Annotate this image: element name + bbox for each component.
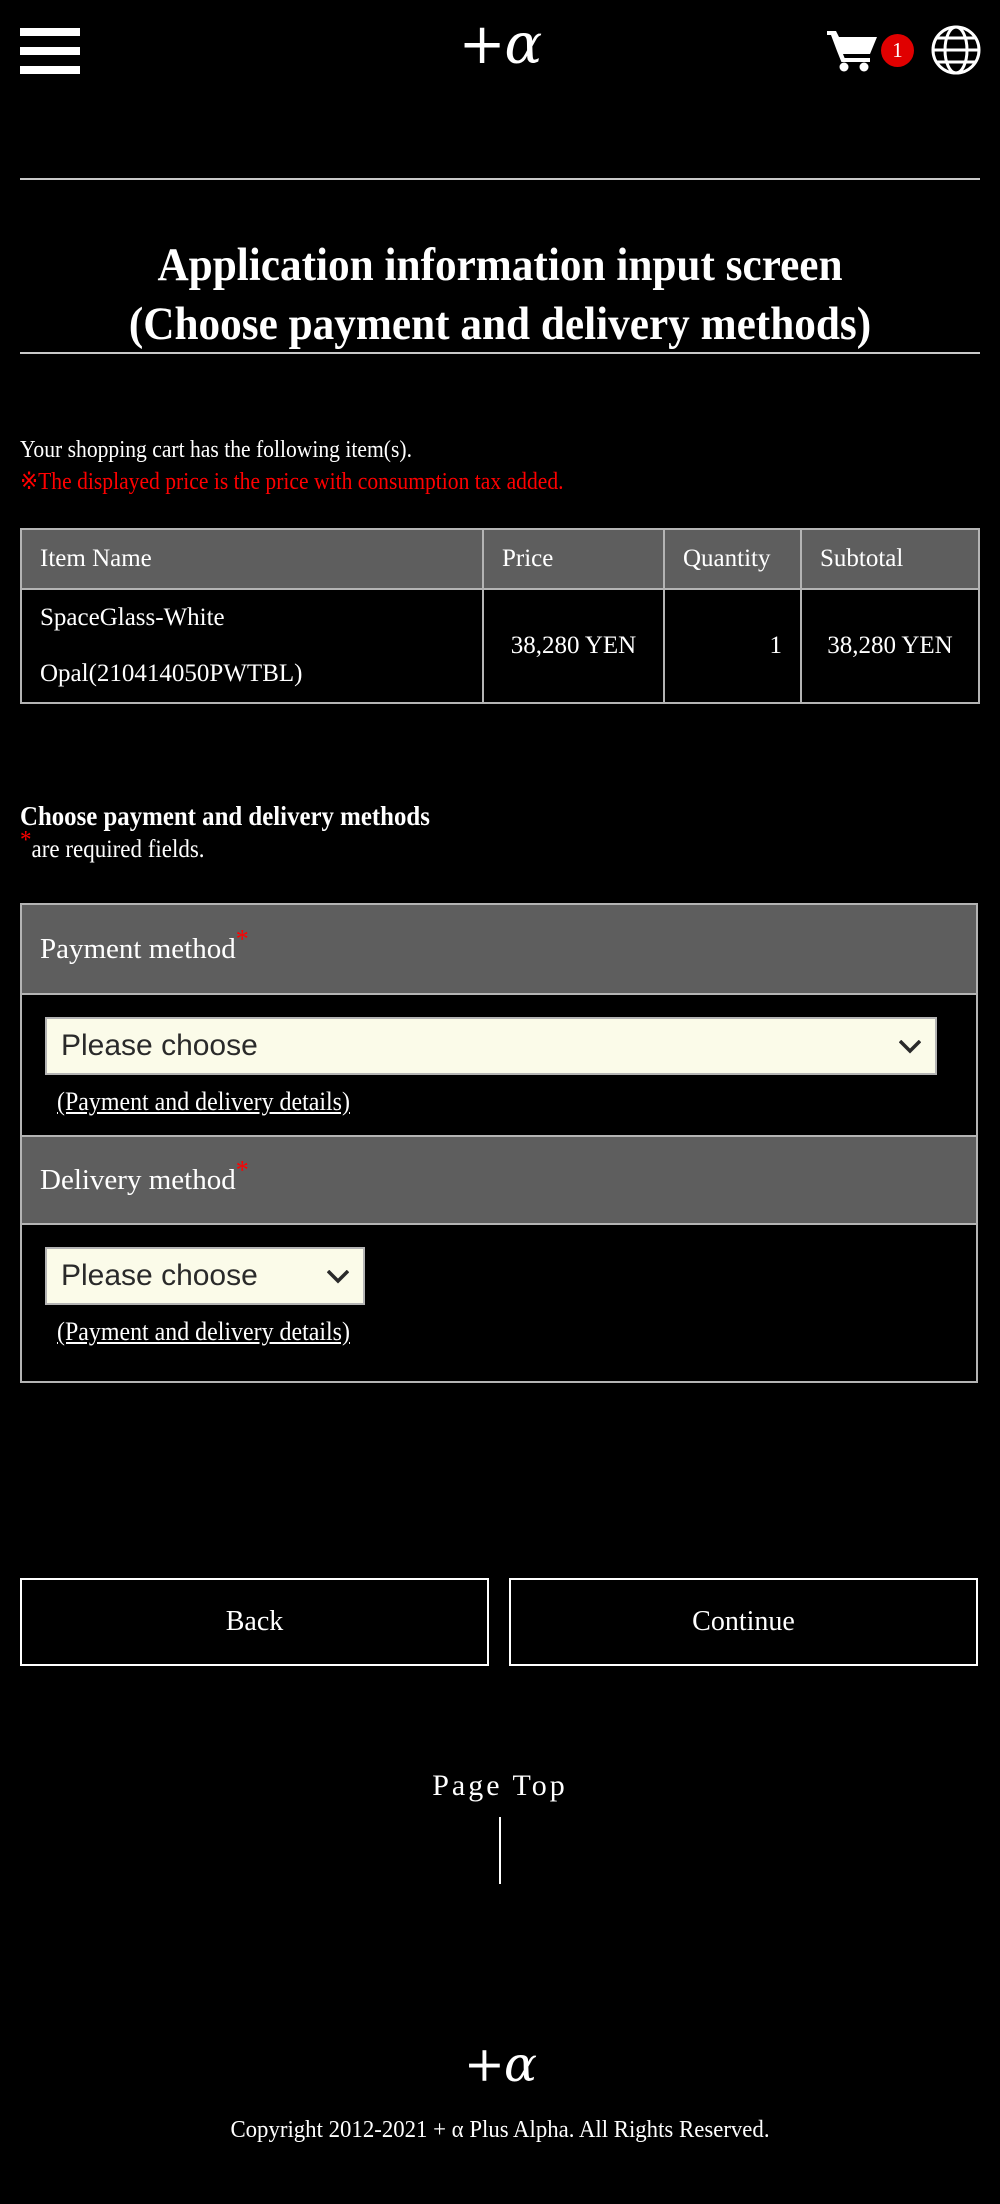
payment-method-body: Please choose (Payment and delivery deta…	[22, 995, 976, 1135]
payment-method-select-wrap: Please choose	[45, 1017, 937, 1075]
required-fields-note: *are required fields.	[20, 828, 205, 866]
cart-note: Your shopping cart has the following ite…	[20, 437, 412, 463]
column-header-item-name: Item Name	[20, 528, 484, 590]
continue-button[interactable]: Continue	[509, 1578, 978, 1666]
site-footer: +α Copyright 2012-2021 + α Plus Alpha. A…	[0, 2035, 1000, 2144]
payment-required-asterisk: *	[235, 923, 249, 953]
column-header-subtotal: Subtotal	[800, 528, 980, 590]
delivery-method-label: Delivery method*	[40, 1156, 249, 1197]
delivery-method-header: Delivery method*	[22, 1135, 976, 1225]
column-header-price: Price	[482, 528, 665, 590]
item-name-line-1: SpaceGlass-White	[40, 604, 225, 631]
delivery-method-select[interactable]: Please choose	[45, 1247, 365, 1305]
footer-logo[interactable]: +α	[0, 2035, 1000, 2095]
delivery-required-asterisk: *	[235, 1154, 249, 1184]
page-top-link[interactable]: Page Top	[0, 1769, 1000, 1884]
header-actions: 1	[827, 20, 982, 80]
cell-subtotal: 38,280 YEN	[800, 588, 980, 704]
delivery-method-label-text: Delivery method	[40, 1163, 236, 1196]
payment-method-label-text: Payment method	[40, 932, 236, 965]
logo-alpha-symbol: α	[504, 12, 543, 77]
column-header-quantity: Quantity	[663, 528, 802, 590]
page-top-label: Page Top	[432, 1769, 568, 1802]
method-selection-form: Payment method* Please choose (Payment a…	[20, 903, 978, 1383]
table-row: SpaceGlass-White Opal(210414050PWTBL) 38…	[20, 588, 980, 704]
cart-table: Item Name Price Quantity Subtotal SpaceG…	[20, 528, 980, 704]
back-button[interactable]: Back	[20, 1578, 489, 1666]
logo-plus-symbol: +	[458, 12, 506, 77]
cell-quantity: 1	[663, 588, 802, 704]
site-header: +α 1	[0, 0, 1000, 130]
delivery-method-body: Please choose (Payment and delivery deta…	[22, 1225, 976, 1381]
title-divider-top	[20, 178, 980, 180]
payment-method-label: Payment method*	[40, 925, 249, 966]
page-title: Application information input screen (Ch…	[128, 239, 872, 351]
footer-logo-plus-symbol: +	[463, 2036, 505, 2093]
form-heading: Choose payment and delivery methods	[20, 801, 430, 831]
item-name-line-2: Opal(210414050PWTBL)	[40, 660, 303, 687]
cell-price: 38,280 YEN	[482, 588, 665, 704]
globe-icon[interactable]	[930, 24, 982, 76]
title-divider-bottom	[20, 352, 980, 354]
shopping-cart-icon	[827, 28, 877, 72]
footer-logo-alpha-symbol: α	[503, 2036, 537, 2093]
delivery-method-select-wrap: Please choose	[45, 1247, 365, 1305]
table-header-row: Item Name Price Quantity Subtotal	[20, 528, 980, 590]
cart-count-badge: 1	[881, 33, 914, 67]
required-asterisk: *	[20, 826, 32, 854]
checkout-page: +α 1 Application information input scree…	[0, 0, 1000, 2204]
payment-method-header: Payment method*	[22, 905, 976, 995]
page-top-line	[499, 1817, 501, 1884]
delivery-details-link[interactable]: (Payment and delivery details)	[57, 1317, 350, 1347]
copyright-text: Copyright 2012-2021 + α Plus Alpha. All …	[230, 2117, 770, 2143]
cart-button[interactable]: 1	[827, 28, 914, 72]
cell-item-name: SpaceGlass-White Opal(210414050PWTBL)	[20, 588, 484, 704]
form-actions: Back Continue	[20, 1578, 978, 1666]
payment-details-link[interactable]: (Payment and delivery details)	[57, 1087, 350, 1117]
required-fields-text: are required fields.	[31, 836, 205, 863]
payment-method-select[interactable]: Please choose	[45, 1017, 937, 1075]
cart-tax-note: ※The displayed price is the price with c…	[20, 469, 564, 495]
